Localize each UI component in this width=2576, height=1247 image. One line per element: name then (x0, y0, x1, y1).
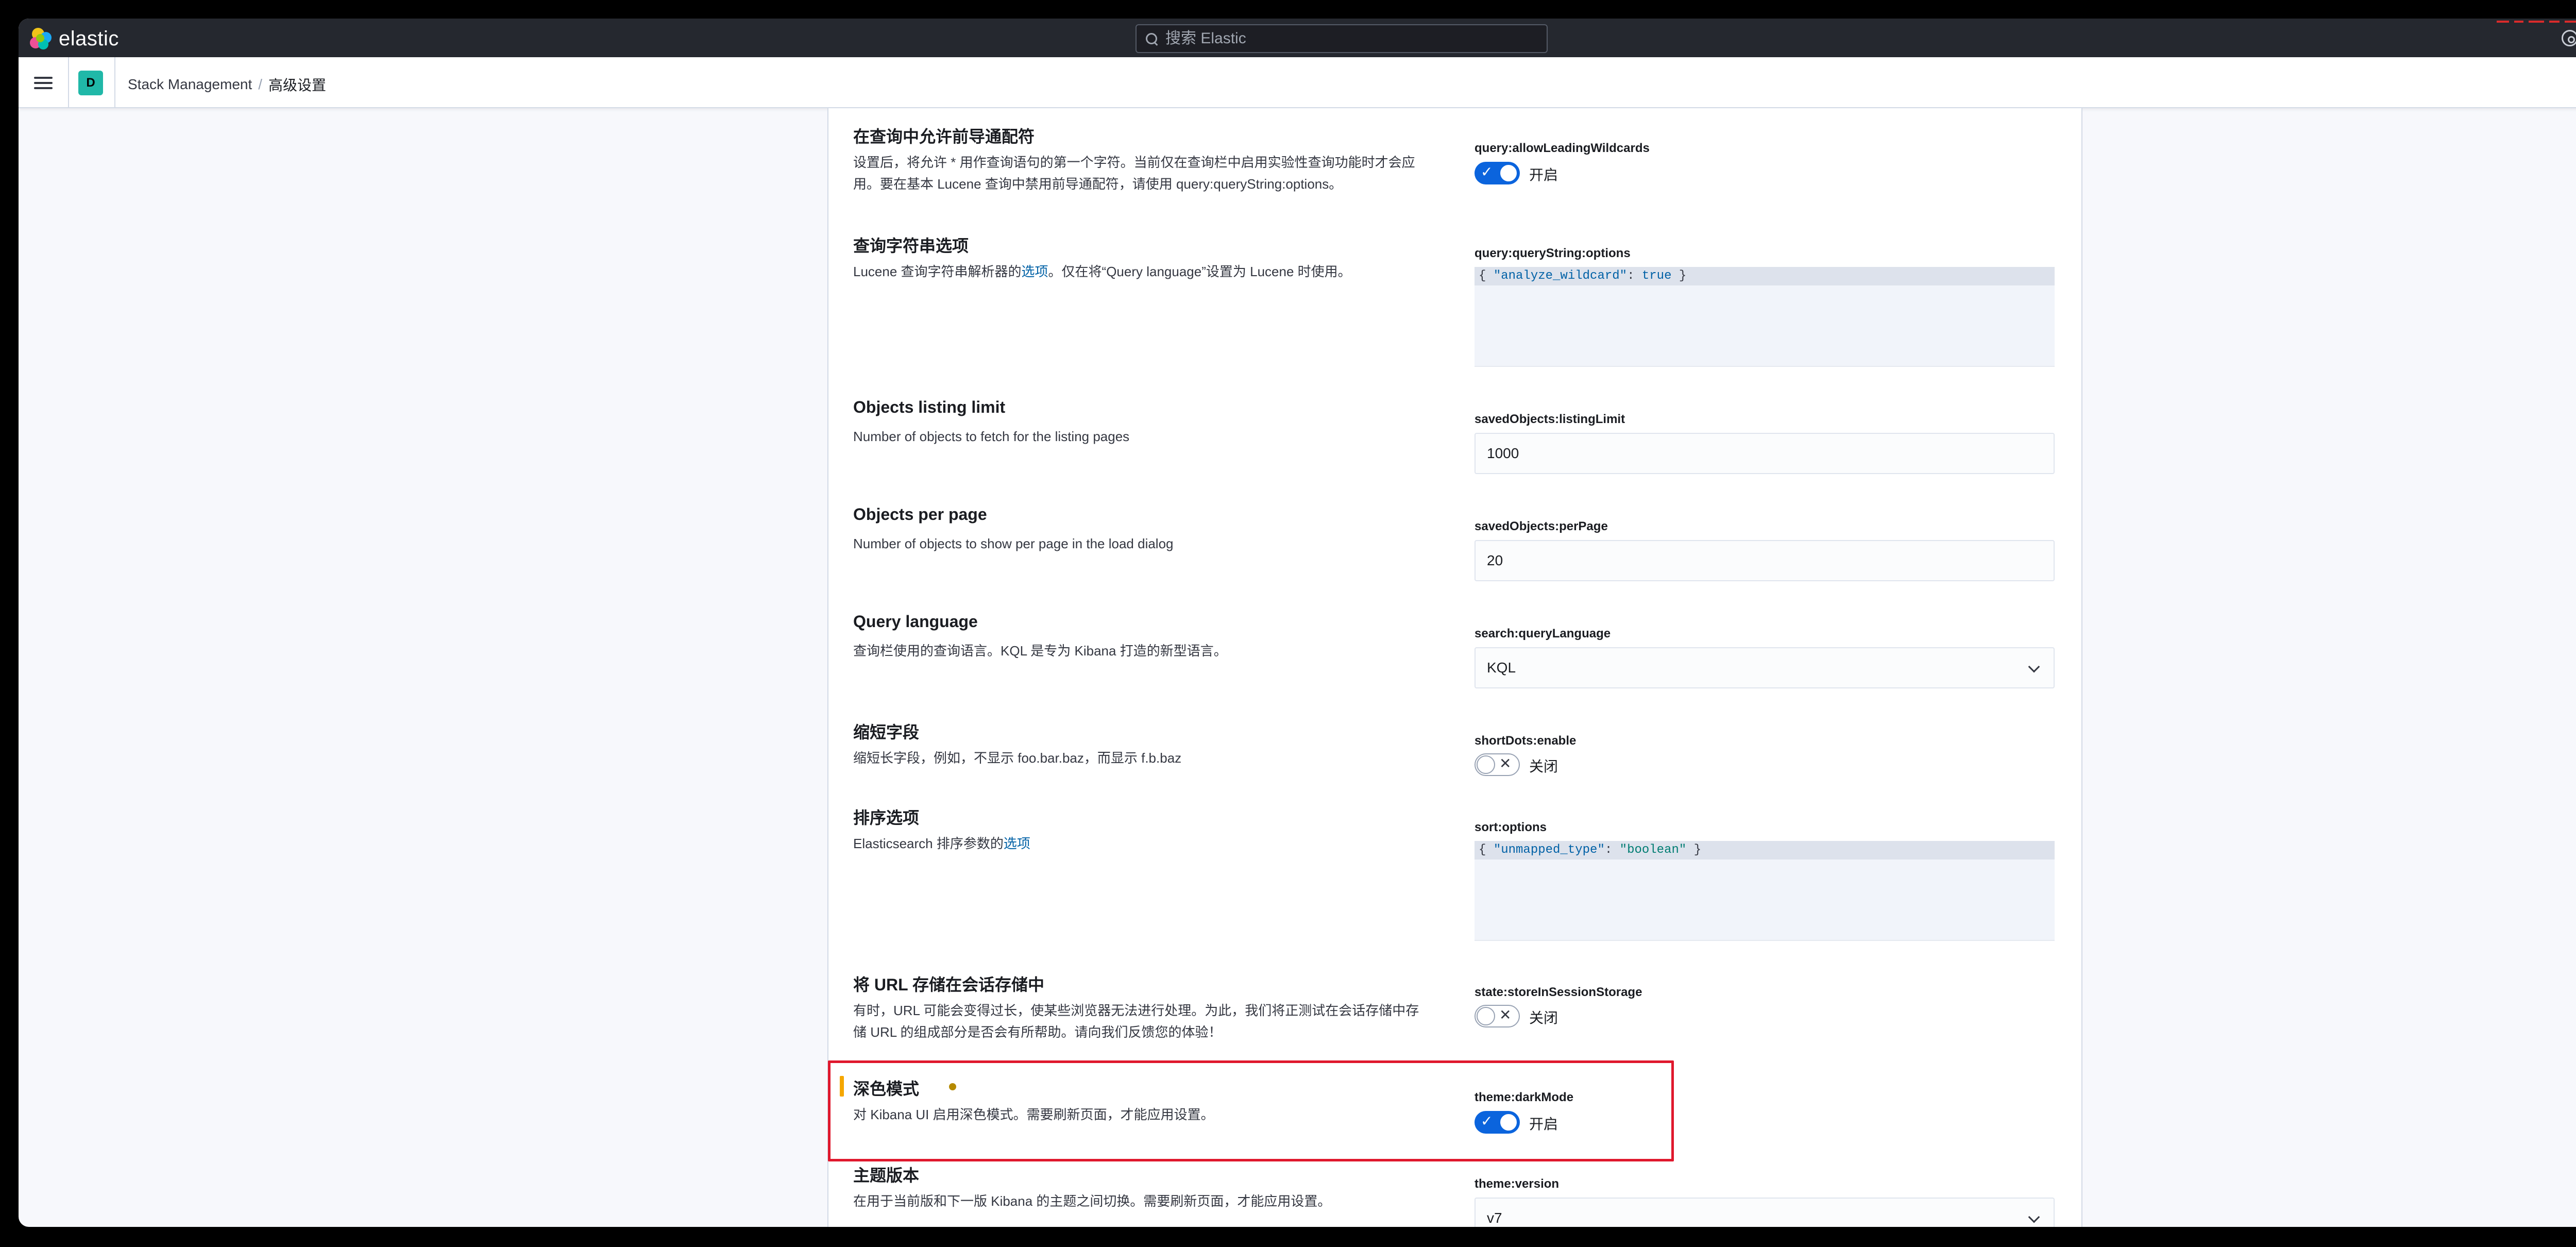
setting-title: 在查询中允许前导通配符 (853, 127, 1035, 146)
chevron-down-icon (2028, 661, 2040, 673)
x-icon: ✕ (1499, 1007, 1512, 1023)
setting-title: 查询字符串选项 (853, 237, 969, 255)
setting-key: state:storeInSessionStorage (1475, 985, 1642, 999)
setting-key: savedObjects:listingLimit (1475, 412, 1625, 426)
search-icon (1145, 32, 1158, 45)
setting-title: Objects per page (853, 505, 987, 524)
elastic-logo-text: elastic (59, 27, 119, 50)
options-link[interactable]: 选项 (1022, 264, 1048, 279)
global-header: elastic (19, 19, 2576, 57)
setting-title: Query language (853, 612, 978, 631)
divider (114, 57, 115, 108)
chevron-down-icon (2028, 1211, 2040, 1223)
query-language-select[interactable]: KQL (1475, 647, 2055, 688)
setting-title: 将 URL 存储在会话存储中 (853, 975, 1044, 994)
setting-toggle[interactable]: ✕ (1475, 1005, 1520, 1027)
setting-description: 缩短长字段，例如，不显示 foo.bar.baz，而显示 f.b.baz (853, 750, 1182, 766)
setting-description: Lucene 查询字符串解析器的选项。仅在将“Query language”设置… (853, 264, 1351, 279)
toggle-label: 关闭 (1529, 759, 1558, 774)
setting-description: 在用于当前版和下一版 Kibana 的主题之间切换。需要刷新页面，才能应用设置。 (853, 1193, 1331, 1209)
help-icon[interactable] (2562, 30, 2576, 46)
number-input[interactable]: 20 (1475, 540, 2055, 581)
search-input[interactable] (1165, 30, 1526, 47)
setting-title: 缩短字段 (853, 723, 920, 742)
browser-window: elastic D Stack Management / 高级设置 在查询中允许… (19, 19, 2576, 1227)
setting-description: 设置后，将允许 * 用作查询语句的第一个字符。当前仅在查询栏中启用实验性查询功能… (853, 155, 1415, 192)
setting-key: search:queryLanguage (1475, 627, 1611, 641)
setting-title: 排序选项 (853, 808, 920, 827)
code-line: { "unmapped_type": "boolean" } (1475, 841, 2055, 860)
toggle-label: 开启 (1529, 167, 1558, 183)
annotation-highlight (828, 1060, 1674, 1161)
setting-description: Elasticsearch 排序参数的选项 (853, 836, 1030, 851)
check-icon: ✓ (1481, 164, 1493, 180)
breadcrumb-current: 高级设置 (268, 77, 327, 93)
select-value: KQL (1487, 660, 1516, 676)
breadcrumb-bar: D Stack Management / 高级设置 (19, 57, 2576, 108)
toggle-label: 关闭 (1529, 1010, 1558, 1026)
menu-icon[interactable] (34, 77, 53, 91)
code-editor[interactable]: { "analyze_wildcard": true } (1475, 267, 2055, 367)
breadcrumb: Stack Management / 高级设置 (128, 74, 326, 95)
divider (68, 57, 69, 108)
setting-toggle[interactable]: ✓ (1475, 162, 1520, 184)
elastic-logo-icon (29, 27, 53, 50)
breadcrumb-separator: / (258, 76, 263, 92)
advanced-settings-panel: 在查询中允许前导通配符 设置后，将允许 * 用作查询语句的第一个字符。当前仅在查… (827, 108, 2082, 1227)
setting-description: 查询栏使用的查询语言。KQL 是专为 Kibana 打造的新型语言。 (853, 643, 1227, 659)
annotation-scribble (2492, 19, 2576, 29)
setting-key: query:queryString:options (1475, 246, 1631, 260)
space-avatar[interactable]: D (78, 71, 103, 95)
code-editor[interactable]: { "unmapped_type": "boolean" } (1475, 841, 2055, 941)
setting-key: sort:options (1475, 820, 1547, 834)
number-input[interactable]: 1000 (1475, 433, 2055, 474)
setting-key: query:allowLeadingWildcards (1475, 141, 1650, 155)
setting-toggle[interactable]: ✕ (1475, 753, 1520, 776)
setting-description: Number of objects to show per page in th… (853, 536, 1174, 551)
select-value: v7 (1487, 1210, 1502, 1226)
setting-title: Objects listing limit (853, 398, 1006, 416)
options-link[interactable]: 选项 (1004, 836, 1030, 851)
setting-key: shortDots:enable (1475, 734, 1577, 748)
setting-description: Number of objects to fetch for the listi… (853, 429, 1130, 444)
x-icon: ✕ (1499, 755, 1512, 771)
code-line: { "analyze_wildcard": true } (1475, 267, 2055, 285)
setting-key: theme:version (1475, 1177, 1560, 1191)
elastic-logo[interactable]: elastic (29, 27, 119, 50)
setting-description: 有时，URL 可能会变得过长，使某些浏览器无法进行处理。为此，我们将正测试在会话… (853, 1003, 1419, 1040)
theme-version-select[interactable]: v7 (1475, 1198, 2055, 1227)
breadcrumb-stack-management[interactable]: Stack Management (128, 76, 252, 93)
setting-key: savedObjects:perPage (1475, 519, 1608, 533)
setting-title: 主题版本 (853, 1166, 920, 1185)
global-search[interactable] (1136, 24, 1548, 53)
